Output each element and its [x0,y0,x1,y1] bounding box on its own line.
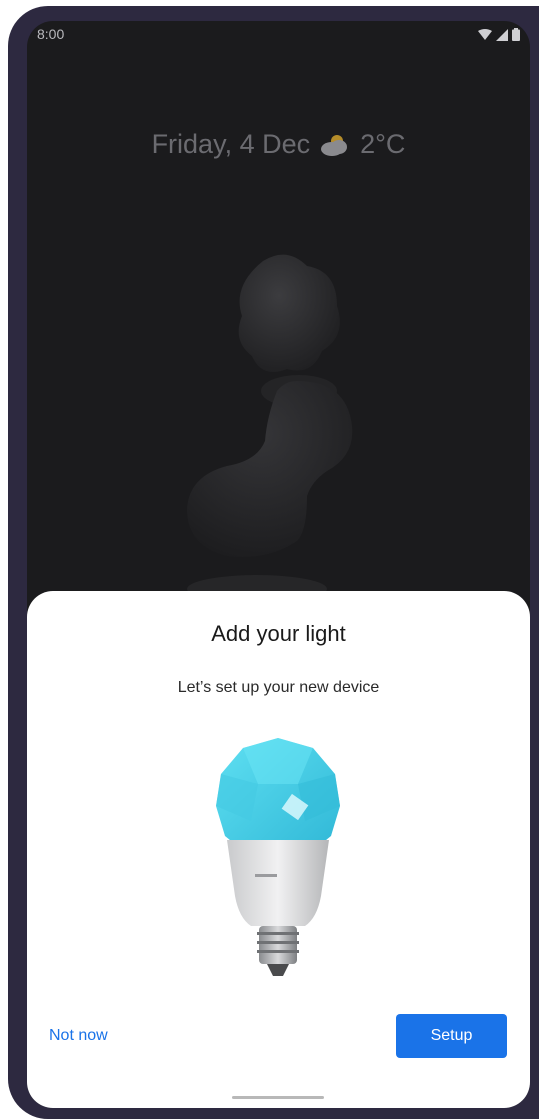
sheet-title: Add your light [211,621,346,646]
status-bar: 8:00 [27,21,530,49]
wallpaper-sculpture [187,254,353,601]
setup-button[interactable]: Setup [396,1014,507,1058]
smart-light-bulb-image [216,738,340,976]
status-icons [478,28,520,41]
phone-screen: 8:00 Friday, 4 Dec 2°C Add your light Le… [27,21,530,1108]
bottom-sheet: Add your light Let’s set up your new dev… [27,591,530,1108]
home-indicator[interactable] [232,1096,324,1099]
cell-signal-icon [496,28,508,41]
partly-cloudy-icon [321,134,348,156]
wifi-icon [478,28,492,40]
lockscreen-date: Friday, 4 Dec [151,129,311,159]
lockscreen-temperature: 2°C [360,129,406,159]
lockscreen-date-weather: Friday, 4 Dec 2°C [27,129,530,160]
battery-icon [512,28,520,41]
not-now-button[interactable]: Not now [49,1027,108,1045]
sheet-subtitle: Let’s set up your new device [177,679,380,696]
status-time: 8:00 [37,26,65,42]
device: 8:00 Friday, 4 Dec 2°C Add your light Le… [0,0,539,1119]
